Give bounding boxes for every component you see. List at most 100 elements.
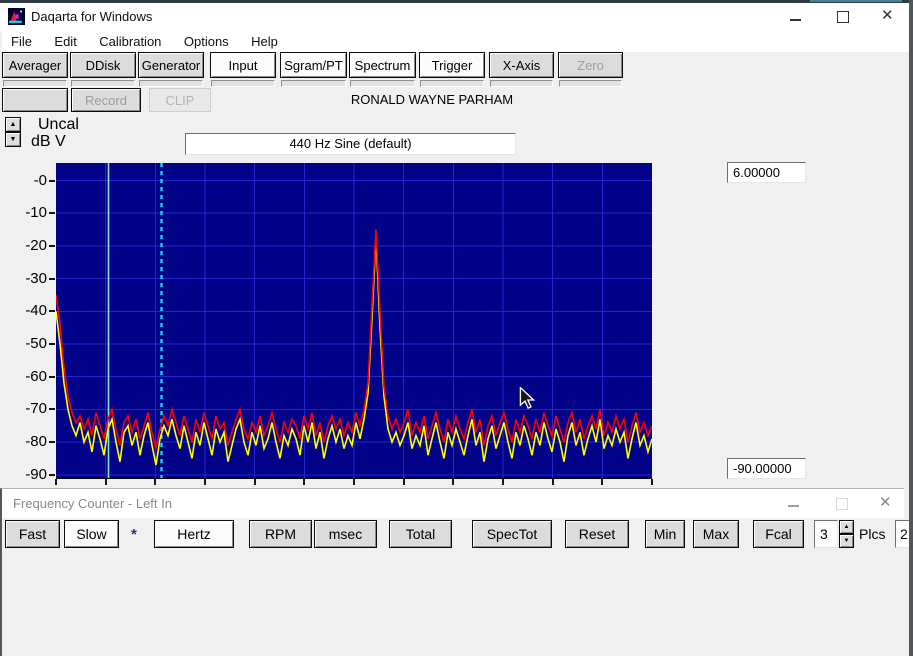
x-tick [154, 479, 157, 485]
y-axis-label: -20 [25, 236, 47, 254]
averager-indicator [3, 80, 67, 87]
y-axis-label: -10 [25, 204, 47, 222]
x-tick [601, 479, 604, 485]
y-tick [49, 473, 55, 476]
frequency-counter-title: Frequency Counter - Left In [13, 496, 172, 511]
fc-total-button[interactable]: Total [389, 520, 452, 548]
y-axis-label: -30 [25, 269, 47, 287]
spectrum-button[interactable]: Spectrum [349, 52, 416, 78]
background-window-edge [909, 0, 913, 656]
sgram-pt-indicator [281, 80, 346, 87]
fc-max-button[interactable]: Max [693, 520, 739, 548]
blank-button[interactable] [2, 88, 68, 112]
y-tick [49, 441, 55, 444]
menu-bar: File Edit Calibration Options Help [2, 31, 913, 52]
unit-label: dB V [31, 133, 66, 150]
fc-fcal-button[interactable]: Fcal [753, 520, 804, 548]
fc-close-button[interactable]: ✕ [879, 493, 892, 511]
x-axis-indicator [490, 80, 553, 87]
spectrum-indicator [350, 80, 415, 87]
menu-calibration[interactable]: Calibration [90, 31, 170, 52]
desktop-top-strip-highlight [810, 0, 902, 2]
minimize-button[interactable] [790, 19, 801, 21]
fc-places-field[interactable]: 3 [814, 520, 838, 548]
y-max-field[interactable]: 6.00000 [727, 162, 806, 183]
x-tick [502, 479, 504, 485]
y-axis-label: -50 [25, 335, 47, 352]
averager-button[interactable]: Averager [2, 52, 68, 78]
x-tick [104, 479, 107, 485]
fc-reset-button[interactable]: Reset [565, 520, 629, 548]
record-button[interactable]: Record [71, 88, 141, 112]
x-tick [651, 479, 653, 485]
y-axis-label: -40 [25, 302, 47, 320]
y-axis-label: -90 [25, 465, 47, 483]
fc-spectot-button[interactable]: SpecTot [472, 520, 552, 548]
close-button[interactable]: ✕ [881, 6, 894, 24]
generator-button[interactable]: Generator [138, 52, 204, 78]
app-icon [8, 8, 25, 25]
fc-places-down-spinner[interactable]: ▼ [839, 534, 854, 548]
x-axis-button[interactable]: X-Axis [489, 52, 554, 78]
uncal-label: Uncal [38, 116, 79, 133]
menu-options[interactable]: Options [175, 31, 238, 52]
y-tick [49, 408, 55, 411]
x-tick [253, 479, 256, 485]
scale-up-spinner[interactable]: ▲ [5, 117, 21, 132]
y-tick [49, 244, 55, 247]
fc-asterisk-indicator: * [131, 526, 137, 543]
window-title: Daqarta for Windows [31, 9, 153, 24]
menu-edit[interactable]: Edit [45, 31, 85, 52]
trigger-button[interactable]: Trigger [419, 52, 485, 78]
zero-indicator [559, 80, 622, 87]
x-tick [55, 479, 57, 485]
ddisk-button[interactable]: DDisk [70, 52, 136, 78]
menu-help[interactable]: Help [242, 31, 287, 52]
zero-button[interactable]: Zero [558, 52, 623, 78]
fc-fast-button[interactable]: Fast [5, 520, 60, 548]
fc-msec-button[interactable]: msec [314, 520, 377, 548]
sgram-pt-button[interactable]: Sgram/PT [280, 52, 347, 78]
fc-slow-button[interactable]: Slow [64, 520, 119, 548]
y-axis-label: -80 [25, 433, 47, 451]
y-tick [49, 179, 55, 182]
fc-maximize-button [836, 498, 848, 510]
y-tick [49, 212, 55, 215]
frequency-counter-title-bar: Frequency Counter - Left In ✕ [2, 489, 904, 518]
y-tick [49, 277, 55, 280]
spectrum-plot[interactable] [56, 163, 652, 479]
input-indicator [211, 80, 275, 87]
x-tick [402, 479, 405, 485]
x-tick [452, 479, 455, 485]
input-button[interactable]: Input [210, 52, 276, 78]
generator-field[interactable]: 440 Hz Sine (default) [185, 133, 516, 155]
scale-down-spinner[interactable]: ▼ [5, 132, 21, 147]
x-tick [353, 479, 355, 485]
fc-places-label: Plcs [859, 526, 886, 542]
y-tick [49, 375, 55, 378]
user-name-text: RONALD WAYNE PARHAM [350, 92, 514, 107]
y-axis-label: -70 [25, 400, 47, 418]
fc-rpm-button[interactable]: RPM [249, 520, 312, 548]
mouse-cursor [519, 387, 536, 409]
fc-places-up-spinner[interactable]: ▲ [839, 520, 854, 534]
daqarta-app: Daqarta for Windows ✕ File Edit Calibrat… [0, 0, 913, 656]
x-tick [303, 479, 306, 485]
y-axis-label: -60 [25, 367, 47, 385]
x-tick [551, 479, 554, 485]
menu-file[interactable]: File [2, 31, 41, 52]
frequency-counter-window: Frequency Counter - Left In ✕ Fast Slow … [0, 488, 912, 656]
fc-minimize-button[interactable] [788, 505, 799, 507]
generator-indicator [139, 80, 203, 87]
x-tick [204, 479, 206, 485]
title-bar: Daqarta for Windows ✕ [0, 3, 913, 32]
trigger-indicator [420, 80, 484, 87]
ddisk-indicator [71, 80, 135, 87]
clip-indicator: CLIP [149, 88, 211, 112]
y-tick [49, 310, 55, 313]
y-tick [49, 343, 55, 345]
fc-min-button[interactable]: Min [645, 520, 685, 548]
fc-hertz-button[interactable]: Hertz [154, 520, 234, 548]
maximize-button[interactable] [837, 11, 849, 23]
y-min-field[interactable]: -90.00000 [727, 458, 806, 479]
